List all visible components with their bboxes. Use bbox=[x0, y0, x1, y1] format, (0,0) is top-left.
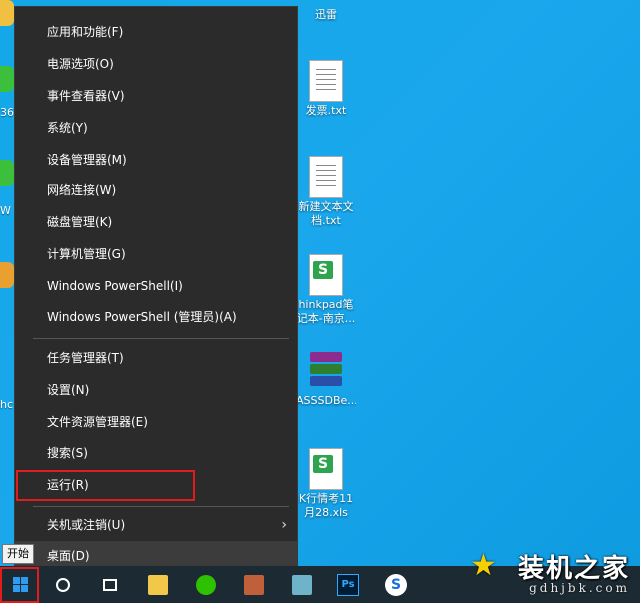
watermark-url: gdhjbk.com bbox=[529, 581, 630, 595]
taskbar-app-4[interactable] bbox=[284, 566, 320, 603]
menu-item-event-viewer[interactable]: 事件查看器(V) bbox=[15, 81, 297, 111]
desktop-icon-partial-4[interactable] bbox=[0, 262, 14, 288]
start-tooltip: 开始 bbox=[2, 544, 34, 564]
start-highlight-box bbox=[0, 567, 39, 603]
menu-item-powershell[interactable]: Windows PowerShell(I) bbox=[15, 271, 297, 301]
app-icon bbox=[0, 0, 14, 26]
folder-icon bbox=[148, 574, 168, 595]
cortana-icon bbox=[56, 577, 70, 592]
menu-item-powershell-admin[interactable]: Windows PowerShell (管理员)(A) bbox=[15, 302, 297, 332]
desktop-icon-label: ASSSDBe... bbox=[296, 394, 356, 407]
app-icon bbox=[292, 574, 312, 595]
text-file-icon bbox=[309, 156, 343, 198]
photoshop-icon: Ps bbox=[337, 573, 359, 596]
taskbar-app-photoshop[interactable]: Ps bbox=[330, 566, 366, 603]
desktop-icon-label: 档.txt bbox=[311, 214, 341, 227]
task-view-icon bbox=[103, 578, 117, 591]
desktop-icon-label: 月28.xls bbox=[304, 506, 348, 519]
taskbar-app-sogou[interactable]: S bbox=[378, 566, 414, 603]
menu-item-label: 关机或注销(U) bbox=[47, 518, 126, 532]
text-file-icon bbox=[309, 60, 343, 102]
app-icon bbox=[0, 160, 14, 186]
desktop-icon-w[interactable]: W bbox=[0, 160, 14, 217]
sogou-icon: S bbox=[385, 573, 407, 596]
menu-item-shutdown-signout[interactable]: 关机或注销(U) › bbox=[15, 510, 297, 540]
wechat-icon bbox=[196, 574, 216, 595]
task-view-button[interactable] bbox=[92, 566, 128, 603]
menu-item-apps-features[interactable]: 应用和功能(F) bbox=[15, 17, 297, 47]
menu-item-settings[interactable]: 设置(N) bbox=[15, 375, 297, 405]
taskbar-app-wechat[interactable] bbox=[188, 566, 224, 603]
menu-item-system[interactable]: 系统(Y) bbox=[15, 113, 297, 143]
desktop-icon-thinkpad[interactable]: S hinkpad笔 记本-南京... bbox=[296, 254, 356, 326]
desktop-icon-label: W bbox=[0, 204, 11, 217]
archive-file-icon bbox=[308, 352, 344, 388]
desktop-icon-360[interactable]: 360 bbox=[0, 66, 21, 119]
app-icon bbox=[0, 262, 14, 288]
menu-separator bbox=[33, 338, 289, 339]
app-icon bbox=[244, 574, 264, 595]
desktop-icon-label: hinkpad笔 bbox=[298, 298, 354, 311]
menu-item-file-explorer[interactable]: 文件资源管理器(E) bbox=[15, 407, 297, 437]
desktop-icon-label: 记本-南京... bbox=[296, 312, 356, 325]
star-logo-icon: ★ bbox=[469, 548, 497, 583]
desktop-icon-partial-1[interactable] bbox=[0, 0, 14, 26]
desktop-icon-label: 迅雷 bbox=[315, 8, 337, 21]
menu-item-power-options[interactable]: 电源选项(O) bbox=[15, 49, 297, 79]
desktop-icon-label: K行情考11 bbox=[298, 492, 354, 505]
desktop-icon-xunlei[interactable]: 迅雷 bbox=[296, 8, 356, 22]
spreadsheet-file-icon: S bbox=[309, 448, 343, 490]
desktop-icon-label: hc bbox=[0, 398, 14, 411]
360-icon bbox=[0, 66, 14, 92]
desktop-icon-label: 新建文本文 bbox=[298, 200, 354, 213]
menu-item-device-manager[interactable]: 设备管理器(M) bbox=[15, 145, 297, 175]
taskbar-app-explorer[interactable] bbox=[140, 566, 176, 603]
run-highlight-box bbox=[16, 470, 195, 501]
menu-separator bbox=[33, 506, 289, 507]
watermark: ★ 装机之家 gdhjbk.com bbox=[470, 548, 630, 595]
cortana-button[interactable] bbox=[45, 566, 81, 603]
menu-item-network-connections[interactable]: 网络连接(W) bbox=[15, 175, 297, 205]
desktop-icon-new-text[interactable]: 新建文本文 档.txt bbox=[296, 156, 356, 228]
desktop-icon-label: 发票.txt bbox=[305, 104, 347, 117]
taskbar-app-3[interactable] bbox=[236, 566, 272, 603]
menu-item-computer-management[interactable]: 计算机管理(G) bbox=[15, 239, 297, 269]
desktop-icon-xls[interactable]: S K行情考11 月28.xls bbox=[296, 448, 356, 520]
desktop-icon-asssd[interactable]: ASSSDBe... bbox=[296, 352, 356, 408]
spreadsheet-file-icon: S bbox=[309, 254, 343, 296]
desktop-icon-invoice-txt[interactable]: 发票.txt bbox=[296, 60, 356, 118]
menu-item-search[interactable]: 搜索(S) bbox=[15, 438, 297, 468]
menu-item-disk-management[interactable]: 磁盘管理(K) bbox=[15, 207, 297, 237]
watermark-title: 装机之家 bbox=[517, 554, 630, 584]
chevron-right-icon: › bbox=[281, 517, 287, 533]
menu-item-task-manager[interactable]: 任务管理器(T) bbox=[15, 343, 297, 373]
